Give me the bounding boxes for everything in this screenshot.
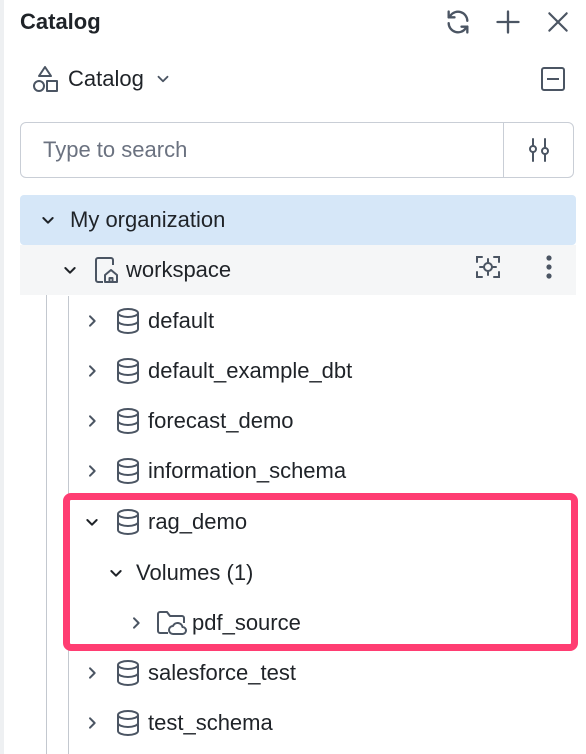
- search-box: [20, 122, 574, 178]
- tree-label-pdf-source: pdf_source: [192, 610, 301, 635]
- tree-row-forecast-demo[interactable]: forecast_demo: [20, 396, 576, 446]
- sliders-icon: [529, 138, 549, 162]
- chevron-right-icon[interactable]: [82, 713, 102, 733]
- chevron-right-icon[interactable]: [82, 361, 102, 381]
- tree-label-my-organization: My organization: [70, 207, 226, 232]
- database-icon: [114, 407, 142, 435]
- chevron-right-icon[interactable]: [126, 613, 146, 633]
- tree-label-default-example-dbt: default_example_dbt: [148, 358, 353, 383]
- database-icon: [114, 508, 142, 536]
- header-actions: [440, 6, 576, 38]
- tree-label-test-schema: test_schema: [148, 710, 273, 735]
- database-icon: [114, 357, 142, 385]
- cloud-folder-icon: [156, 609, 188, 637]
- panel-title: Catalog: [20, 9, 101, 34]
- tree-row-volumes[interactable]: Volumes (1): [20, 548, 576, 598]
- catalog-panel: Catalog Catalog Type to search My organi…: [0, 0, 586, 754]
- chevron-right-icon[interactable]: [82, 311, 102, 331]
- panel-header: Catalog: [20, 6, 576, 38]
- catalog-house-icon: [92, 256, 120, 284]
- filter-button[interactable]: [504, 123, 574, 177]
- tree-row-test-schema[interactable]: test_schema: [20, 698, 576, 748]
- focus-target-icon[interactable]: [474, 253, 502, 287]
- tree-label-salesforce-test: salesforce_test: [148, 660, 296, 685]
- database-icon: [114, 457, 142, 485]
- tree-row-information-schema[interactable]: information_schema: [20, 446, 576, 496]
- add-button[interactable]: [490, 6, 526, 38]
- shapes-icon: [33, 66, 58, 92]
- close-icon: [548, 12, 568, 32]
- tree-label-default: default: [148, 308, 215, 333]
- tree-label-volumes: Volumes (1): [136, 560, 254, 585]
- tree-row-default[interactable]: default: [20, 296, 576, 346]
- workspace-actions: [474, 245, 554, 295]
- chevron-right-icon[interactable]: [82, 411, 102, 431]
- chevron-down-icon: [157, 75, 169, 83]
- chevron-down-icon[interactable]: [60, 260, 80, 280]
- tree-row-workspace[interactable]: workspace: [20, 245, 576, 295]
- tree-row-default-example-dbt[interactable]: default_example_dbt: [20, 346, 576, 396]
- database-icon: [114, 307, 142, 335]
- chevron-down-icon[interactable]: [106, 563, 126, 583]
- tree-label-information-schema: information_schema: [148, 458, 347, 483]
- search-input[interactable]: [21, 122, 515, 178]
- catalog-selector-label: Catalog: [68, 66, 144, 91]
- tree-label-forecast-demo: forecast_demo: [148, 408, 294, 433]
- close-button[interactable]: [540, 6, 576, 38]
- catalog-selector-dropdown[interactable]: Catalog: [32, 62, 172, 96]
- tree-label-workspace: workspace: [126, 257, 232, 282]
- plus-icon: [496, 10, 520, 34]
- panel-left-border: [0, 0, 4, 754]
- chevron-right-icon[interactable]: [82, 461, 102, 481]
- refresh-button[interactable]: [440, 6, 476, 38]
- database-icon: [114, 659, 142, 687]
- chevron-right-icon[interactable]: [82, 663, 102, 683]
- chevron-down-icon[interactable]: [82, 512, 102, 532]
- tree-row-my-organization[interactable]: My organization: [20, 195, 576, 245]
- more-options-icon[interactable]: [544, 253, 554, 287]
- tree-row-rag-demo[interactable]: rag_demo: [20, 497, 576, 547]
- refresh-icon: [447, 10, 469, 34]
- chevron-down-icon[interactable]: [38, 210, 58, 230]
- collapse-icon: [541, 67, 565, 91]
- tree-row-pdf-source[interactable]: pdf_source: [20, 598, 576, 648]
- tree-label-rag-demo: rag_demo: [148, 509, 248, 534]
- collapse-all-button[interactable]: [538, 64, 568, 94]
- tree-row-salesforce-test[interactable]: salesforce_test: [20, 648, 576, 698]
- database-icon: [114, 709, 142, 737]
